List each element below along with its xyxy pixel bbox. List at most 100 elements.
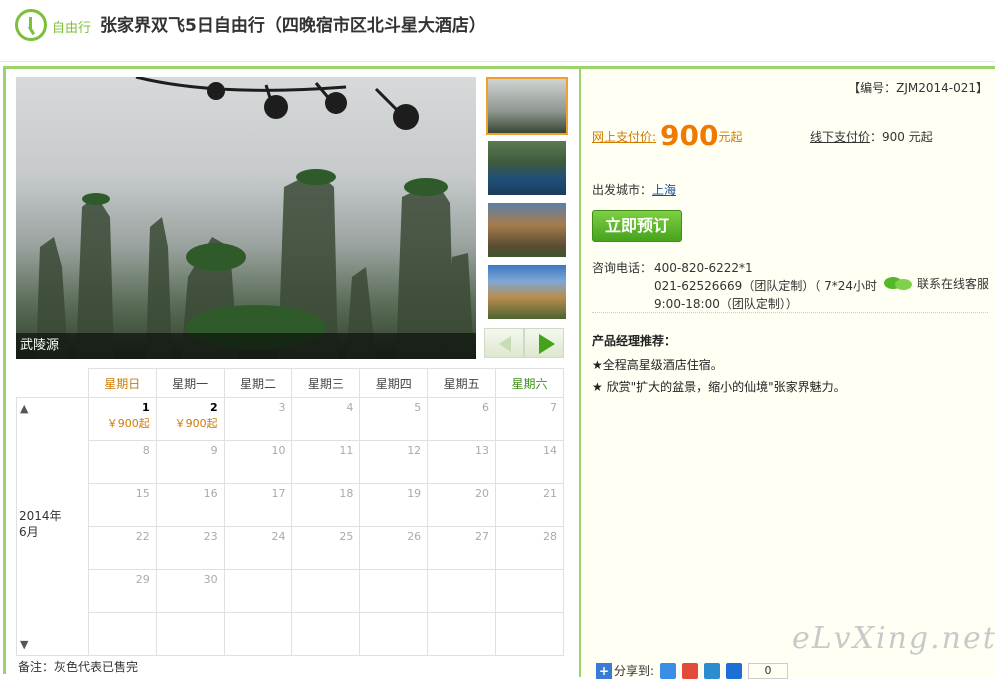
day-number: 6 (482, 401, 490, 414)
day-number: 29 (135, 573, 150, 586)
watermark: eLvXing.net (792, 621, 995, 656)
offline-price: 线下支付价：900 元起 (810, 128, 933, 145)
calendar-day (87, 612, 157, 656)
calendar-day: 20 (427, 483, 497, 527)
day-number: 22 (135, 530, 150, 543)
thumbnail-1[interactable] (486, 77, 568, 135)
thumbnail-2[interactable] (486, 139, 568, 197)
day-number: 12 (407, 444, 422, 457)
calendar-day[interactable]: 2 ￥900起 (155, 397, 225, 441)
day-number: 10 (271, 444, 286, 457)
online-price-value: 900 (660, 119, 719, 152)
hero-caption: 武陵源 (16, 333, 476, 359)
day-number: 3 (278, 401, 286, 414)
day-number: 15 (135, 487, 150, 500)
calendar-day: 16 (155, 483, 225, 527)
calendar-day (291, 569, 361, 613)
weekday-header: 星期五 (427, 368, 497, 398)
prev-month-icon[interactable]: ▲ (20, 402, 28, 415)
day-number: 7 (550, 401, 557, 414)
day-number: 13 (475, 444, 490, 457)
category-tag: 自由行 (52, 21, 92, 36)
day-number: 2 (209, 401, 218, 414)
day-number: 8 (142, 444, 150, 457)
weibo-share-icon[interactable] (682, 662, 699, 679)
calendar-day: 30 (155, 569, 225, 613)
hero-image[interactable]: 武陵源 (16, 77, 476, 359)
phone-line: 400-820-6222*1 (654, 261, 753, 275)
clock-icon (15, 9, 47, 41)
thumbnail-4[interactable] (486, 263, 568, 321)
calendar-day: 17 (223, 483, 293, 527)
calendar-note: 备注：灰色代表已售完 (18, 660, 139, 674)
month-label: 2014年 6月 (19, 509, 62, 539)
page-title: 张家界双飞5日自由行（四晚宿市区北斗星大酒店） (100, 16, 486, 36)
calendar-day: 28 (495, 526, 564, 570)
calendar-day (223, 612, 293, 656)
weekday-header: 星期六 (495, 368, 564, 398)
calendar-day: 21 (495, 483, 564, 527)
calendar-day: 22 (87, 526, 157, 570)
calendar-day: 8 (87, 440, 157, 484)
day-number: 5 (414, 401, 422, 414)
weekday-header: 星期三 (291, 368, 361, 398)
calendar-day: 10 (223, 440, 293, 484)
recommend-title: 产品经理推荐： (592, 334, 677, 348)
calendar-day: 24 (223, 526, 293, 570)
departure-city-link[interactable]: 上海 (652, 183, 676, 197)
thumbnail-nav (484, 328, 566, 358)
day-number: 21 (543, 487, 557, 500)
next-month-icon[interactable]: ▼ (20, 638, 28, 651)
day-number: 25 (339, 530, 354, 543)
plus-icon[interactable]: + (596, 662, 612, 679)
day-number: 1 (142, 401, 150, 414)
weekday-header: 星期四 (359, 368, 429, 398)
calendar-day[interactable]: 1 ￥900起 (87, 397, 157, 441)
departure-label: 出发城市： (592, 183, 653, 197)
calendar-day: 13 (427, 440, 497, 484)
renren-share-icon[interactable] (726, 662, 743, 679)
booking-panel: 【编号：ZJM2014-021】 网上支付价: 900元起 线下支付价：900 元… (582, 69, 995, 679)
calendar-day (427, 612, 497, 656)
qzone-share-icon[interactable] (660, 662, 677, 679)
calendar-day (495, 569, 564, 613)
calendar-day (155, 612, 225, 656)
day-number: 17 (271, 487, 286, 500)
recommend-item: ★全程高星级酒店住宿。 (592, 358, 723, 372)
day-number: 11 (339, 444, 354, 457)
calendar-day (359, 569, 429, 613)
online-price-label[interactable]: 网上支付价: (592, 130, 656, 144)
calendar-day: 26 (359, 526, 429, 570)
tencent-share-icon[interactable] (704, 662, 721, 679)
page-header: 自由行 张家界双飞5日自由行（四晚宿市区北斗星大酒店） (0, 0, 995, 62)
day-number: 23 (203, 530, 218, 543)
weekday-header: 星期日 (87, 368, 157, 398)
calendar-day: 5 (359, 397, 429, 441)
share-label: 分享到: (614, 664, 655, 678)
weekday-header: 星期一 (155, 368, 225, 398)
phone-line: 021-62526669（团队定制）（ 7*24小时 (654, 279, 878, 293)
departure-city: 出发城市：上海 (592, 181, 676, 198)
calendar-day: 27 (427, 526, 497, 570)
book-now-button[interactable]: 立即预订 (592, 210, 682, 242)
offline-price-value: ：900 元起 (870, 130, 933, 144)
day-number: 16 (203, 487, 218, 500)
offline-price-label[interactable]: 线下支付价 (810, 130, 870, 144)
calendar-day (427, 569, 497, 613)
day-number: 27 (475, 530, 490, 543)
phone-label: 咨询电话： (592, 261, 653, 275)
calendar-day (223, 569, 293, 613)
chat-bubble-icon (884, 276, 914, 292)
calendar-day: 14 (495, 440, 564, 484)
online-service-link[interactable]: 联系在线客服 (884, 275, 989, 292)
day-number: 26 (407, 530, 422, 543)
calendar-day: 7 (495, 397, 564, 441)
day-price: ￥900起 (174, 417, 218, 430)
calendar-day: 25 (291, 526, 361, 570)
next-arrow-icon[interactable] (524, 328, 564, 358)
prev-arrow-icon[interactable] (484, 328, 524, 358)
calendar-day: 18 (291, 483, 361, 527)
calendar-day: 23 (155, 526, 225, 570)
calendar-day: 15 (87, 483, 157, 527)
thumbnail-3[interactable] (486, 201, 568, 259)
